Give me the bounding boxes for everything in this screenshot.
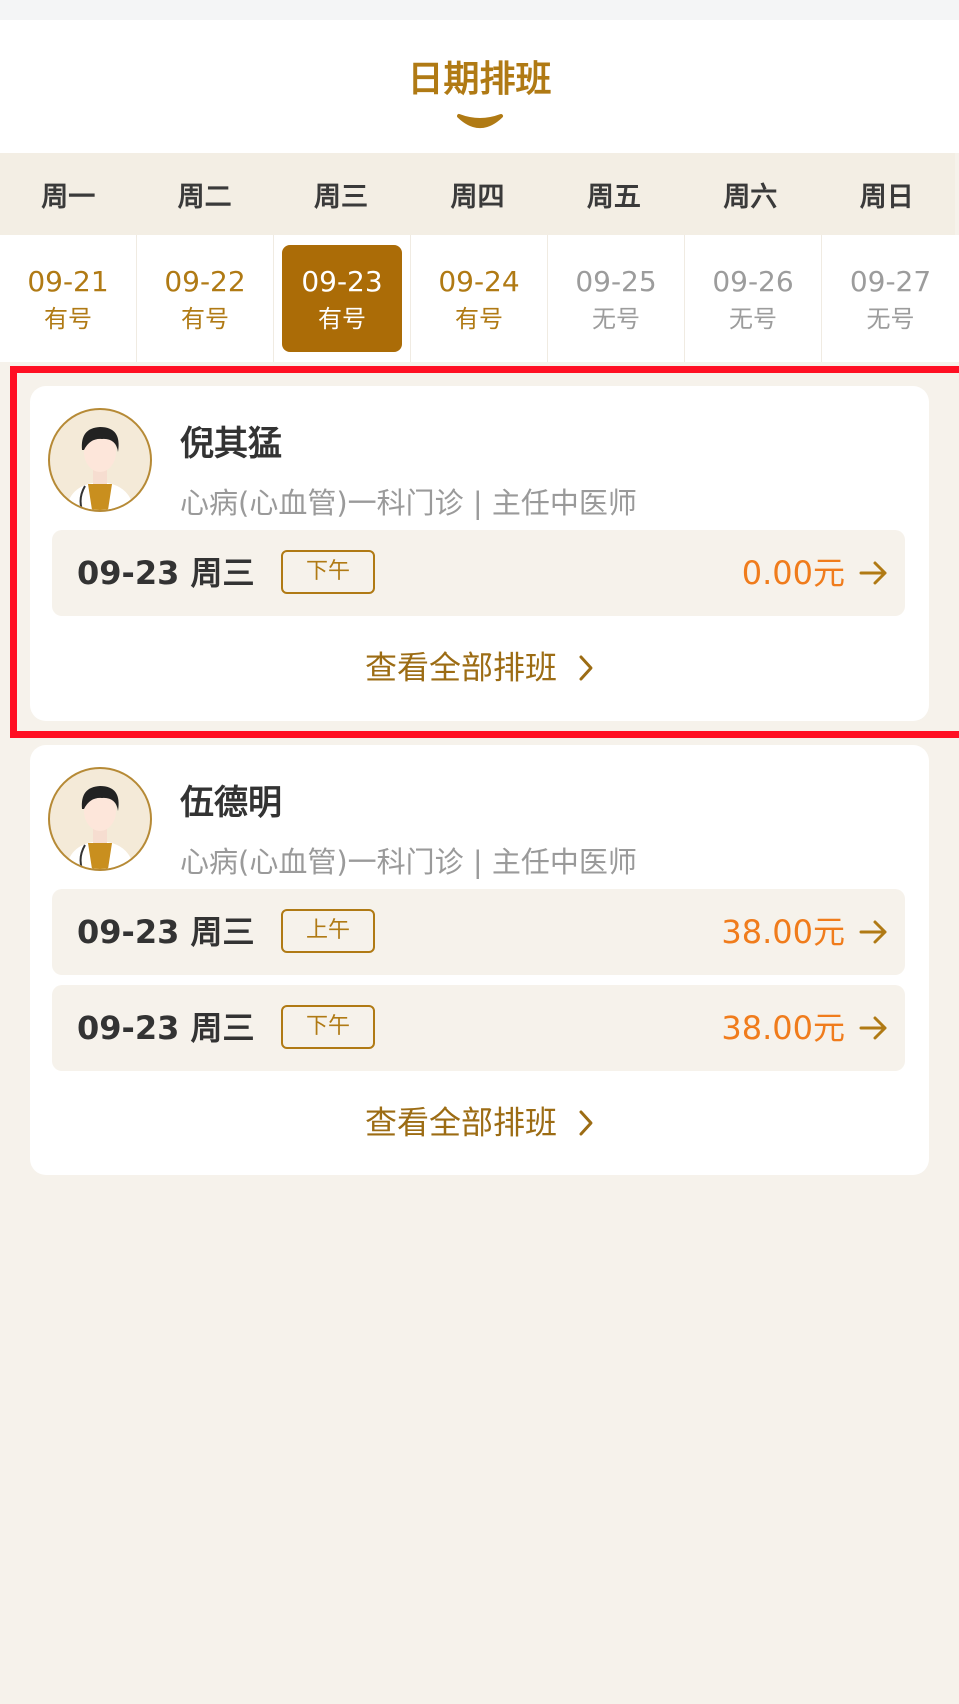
slot-date: 09-23 周三 [77,1009,255,1047]
availability-label: 无号 [866,304,915,333]
header: 日期排班 [0,20,959,153]
doctor-avatar-icon [48,767,152,871]
date-cell[interactable]: 09-27 无号 [822,235,959,362]
date-label: 09-23 [301,264,383,298]
slot-period-badge: 下午 [281,1005,375,1049]
weekday-sun: 周日 [859,181,914,213]
week-header: 周一 周二 周三 周四 周五 周六 周日 [0,153,955,235]
page-title: 日期排班 [407,59,552,100]
weekday-fri: 周五 [586,181,641,213]
weekday-wed: 周三 [314,181,369,213]
date-cell-selected[interactable]: 09-23 有号 [274,235,411,362]
date-cell[interactable]: 09-24 有号 [411,235,548,362]
date-cell[interactable]: 09-22 有号 [137,235,274,362]
doctor-avatar-icon [48,408,152,512]
view-all-label: 查看全部排班 [364,1103,557,1142]
weekday-tue: 周二 [177,181,232,213]
schedule-slot[interactable]: 09-23 周三 下午 38.00元 [52,985,905,1071]
weekday-mon: 周一 [41,181,96,213]
view-all-schedule-link[interactable]: 查看全部排班 [30,637,929,697]
date-label: 09-21 [27,264,109,298]
schedule-slot[interactable]: 09-23 周三 下午 0.00元 [52,530,905,616]
arrow-right-icon [859,561,887,585]
availability-label: 有号 [181,304,229,333]
availability-label: 有号 [44,304,92,333]
doctor-card: 倪其猛 心病(心血管)一科门诊 | 主任中医师 09-23 周三 下午 0.00… [30,386,929,721]
doctor-name: 倪其猛 [180,424,282,464]
arrow-right-icon [859,1016,887,1040]
schedule-slot[interactable]: 09-23 周三 上午 38.00元 [52,889,905,975]
date-cell[interactable]: 09-26 无号 [685,235,822,362]
date-label: 09-25 [575,264,657,298]
weekday-sat: 周六 [723,181,778,213]
availability-label: 有号 [455,304,503,333]
slot-price: 38.00元 [721,1009,845,1047]
chevron-right-icon [579,1110,593,1135]
availability-label: 有号 [318,304,366,333]
chevron-right-icon [579,655,593,680]
doctor-department: 心病(心血管)一科门诊 | 主任中医师 [180,486,637,520]
doctor-name: 伍德明 [180,783,282,823]
slot-date: 09-23 周三 [77,913,255,951]
slot-price: 38.00元 [721,913,845,951]
availability-label: 无号 [729,304,777,333]
slot-price: 0.00元 [741,554,845,592]
status-bar [0,0,959,20]
date-label: 09-26 [712,264,794,298]
smile-curve-icon [457,114,503,128]
date-selector: 09-21 有号 09-22 有号 09-23 有号 09-24 有号 09-2… [0,235,959,362]
date-cell[interactable]: 09-25 无号 [548,235,685,362]
date-cell[interactable]: 09-21 有号 [0,235,137,362]
availability-label: 无号 [592,304,640,333]
arrow-right-icon [859,920,887,944]
date-label: 09-24 [438,264,520,298]
slot-period-badge: 上午 [281,909,375,953]
date-label: 09-22 [164,264,246,298]
view-all-schedule-link[interactable]: 查看全部排班 [30,1092,929,1152]
date-label: 09-27 [849,264,932,298]
doctor-card: 伍德明 心病(心血管)一科门诊 | 主任中医师 09-23 周三 上午 38.0… [30,745,929,1175]
slot-period-badge: 下午 [281,550,375,594]
weekday-thu: 周四 [450,181,505,213]
doctor-department: 心病(心血管)一科门诊 | 主任中医师 [180,845,637,879]
slot-date: 09-23 周三 [77,554,255,592]
view-all-label: 查看全部排班 [364,648,557,687]
